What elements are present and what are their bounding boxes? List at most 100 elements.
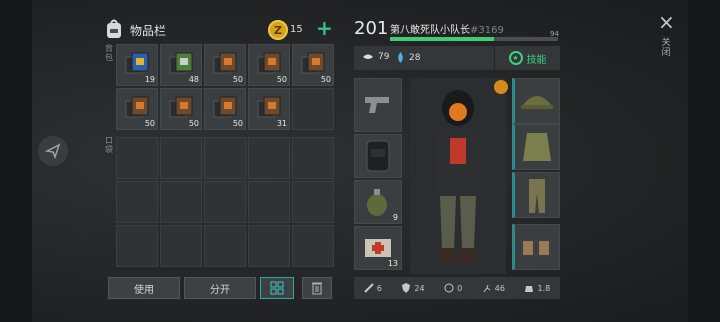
pumpkin-badge-icon (494, 80, 508, 94)
inventory-slot[interactable]: 50 (292, 44, 334, 86)
send-button[interactable] (38, 136, 68, 166)
book-icon (256, 95, 282, 121)
biohazard-icon (444, 283, 454, 293)
xp-fill (390, 37, 495, 41)
defense-value: 24 (414, 283, 425, 293)
item-qty: 50 (320, 75, 331, 84)
left-edge (0, 0, 32, 322)
character-avatar (410, 78, 506, 274)
pocket-slot[interactable] (292, 137, 334, 179)
send-icon (45, 143, 61, 159)
book-icon (124, 95, 150, 121)
water-value: 28 (409, 52, 421, 63)
knife-icon (364, 283, 374, 293)
backpack-icon (107, 19, 121, 38)
item-qty: 19 (144, 75, 155, 84)
inventory-slot[interactable]: 31 (248, 88, 290, 130)
weight-stat: 1.8 (524, 283, 550, 293)
boots-slot[interactable] (512, 224, 560, 270)
item-qty: 48 (188, 75, 199, 84)
screen: 物品栏 Z 15 + 背包 口袋 19 48 50 50 50 50 50 50 31 使用 分… (0, 0, 720, 322)
pockets-grid (116, 137, 334, 267)
item-qty: 50 (232, 119, 243, 128)
pocket-slot[interactable] (116, 181, 158, 223)
shield-icon (402, 283, 411, 293)
pants-slot[interactable] (512, 172, 560, 218)
grid-icon (270, 281, 284, 295)
coin-icon: Z (268, 20, 288, 40)
pocket-slot[interactable] (204, 225, 246, 267)
inventory-slot[interactable] (292, 88, 334, 130)
skills-button[interactable]: ★ 技能 (494, 46, 560, 70)
pocket-slot[interactable] (248, 137, 290, 179)
inventory-slot[interactable]: 50 (204, 88, 246, 130)
weight-icon (525, 286, 534, 292)
close-button[interactable]: × (658, 12, 675, 32)
pocket-slot[interactable] (248, 225, 290, 267)
pocket-slot[interactable] (160, 225, 202, 267)
player-level: 201 (354, 18, 389, 39)
toxic-value: 0 (457, 283, 463, 293)
blue-book-icon (124, 51, 150, 77)
damage-stat: 6 (364, 283, 382, 293)
hat-slot[interactable] (512, 78, 560, 124)
vest-slot[interactable] (512, 124, 560, 170)
rank-title: 第八敢死队小队长 (390, 25, 470, 36)
food-stat: 79 (362, 52, 389, 62)
xp-value: 94 (550, 30, 559, 38)
runner-icon (483, 284, 491, 293)
star-icon: ★ (508, 51, 523, 65)
backpack-slot[interactable] (354, 134, 402, 178)
defense-stat: 24 (401, 283, 425, 293)
tactical-backpack-icon (366, 140, 390, 172)
pocket-slot[interactable] (160, 181, 202, 223)
trash-icon (312, 282, 322, 295)
inventory-slot[interactable]: 50 (116, 88, 158, 130)
pockets-label: 口袋 (105, 136, 113, 154)
coin-count: 15 (290, 24, 303, 35)
pocket-slot[interactable] (248, 181, 290, 223)
inventory-slot[interactable]: 50 (204, 44, 246, 86)
item-qty: 50 (276, 75, 287, 84)
item-qty: 50 (188, 119, 199, 128)
pocket-slot[interactable] (204, 137, 246, 179)
book-icon (256, 51, 282, 77)
add-coins-button[interactable]: + (316, 18, 333, 38)
trash-button[interactable] (302, 277, 332, 299)
vest-icon (523, 133, 551, 161)
skills-label: 技能 (526, 54, 547, 66)
inventory-slot[interactable]: 50 (160, 88, 202, 130)
close-label: 关闭 (661, 38, 671, 58)
inventory-slot[interactable]: 50 (248, 44, 290, 86)
damage-value: 6 (376, 283, 382, 293)
medkit-qty: 13 (387, 259, 398, 268)
hat-icon (521, 96, 553, 109)
medkit-slot[interactable]: 13 (354, 226, 402, 270)
pocket-slot[interactable] (116, 225, 158, 267)
grenade-slot[interactable]: 9 (354, 180, 402, 224)
inventory-slot[interactable]: 19 (116, 44, 158, 86)
sort-button[interactable] (260, 277, 294, 299)
inventory-title: 物品栏 (130, 24, 167, 38)
speed-value: 46 (494, 283, 505, 293)
character-figure-icon (434, 90, 482, 262)
inventory-slot[interactable]: 48 (160, 44, 202, 86)
pocket-slot[interactable] (160, 137, 202, 179)
split-button[interactable]: 分开 (184, 277, 256, 299)
use-button[interactable]: 使用 (108, 277, 180, 299)
pocket-slot[interactable] (116, 137, 158, 179)
pocket-slot[interactable] (292, 181, 334, 223)
weapon-slot[interactable] (354, 78, 402, 132)
water-drop-icon (398, 52, 403, 63)
right-edge (688, 0, 720, 322)
speed-stat: 46 (482, 283, 505, 293)
pocket-slot[interactable] (292, 225, 334, 267)
book-icon (168, 95, 194, 121)
item-qty: 50 (144, 119, 155, 128)
pocket-slot[interactable] (204, 181, 246, 223)
item-qty: 50 (232, 75, 243, 84)
water-stat: 28 (396, 52, 420, 63)
toxic-stat: 0 (444, 283, 462, 293)
book-icon (300, 51, 326, 77)
xp-bar (390, 37, 558, 41)
